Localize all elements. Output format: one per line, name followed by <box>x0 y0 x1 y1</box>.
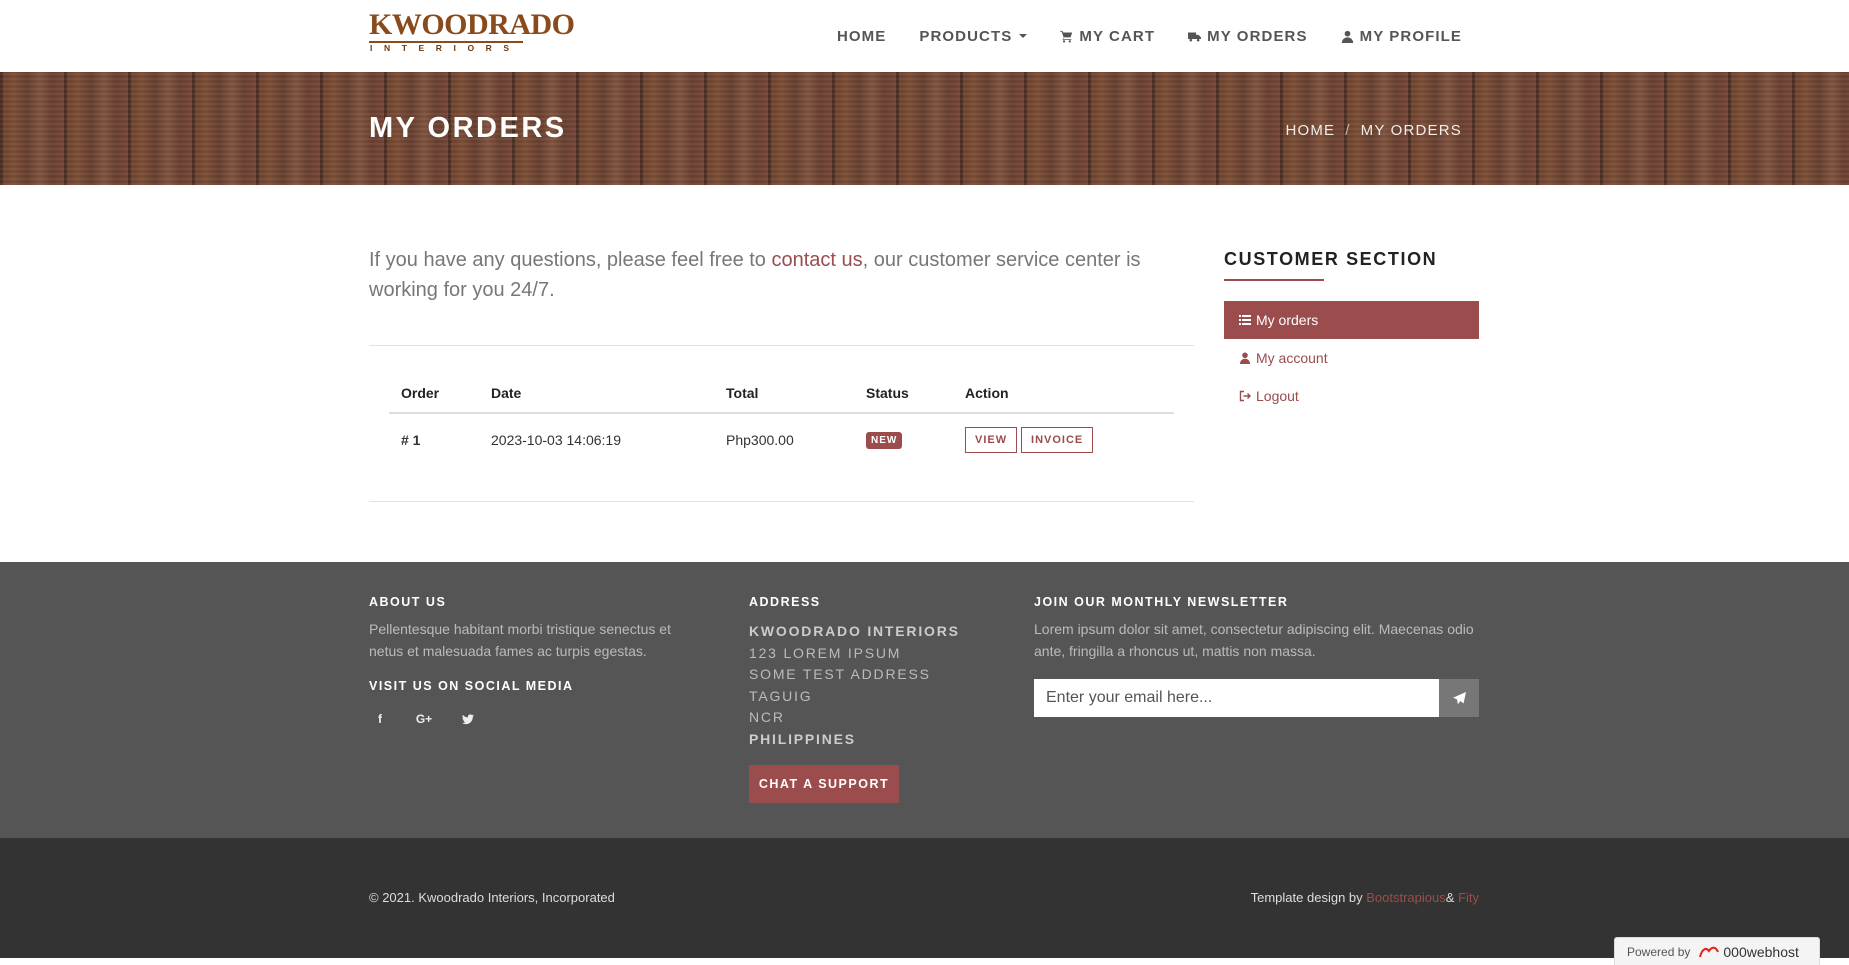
main-nav: HOME PRODUCTS MY CART MY ORDERS MY PROFI… <box>837 0 1462 72</box>
webhost-logo-icon <box>1699 946 1720 957</box>
order-actions: VIEW INVOICE <box>953 413 1174 465</box>
order-id: # 1 <box>401 431 421 448</box>
sidebar-item-label: My account <box>1256 350 1328 366</box>
sidebar-item-label: My orders <box>1256 312 1319 328</box>
address-block: KWOODRADO INTERIORS 123 LOREM IPSUM SOME… <box>749 621 960 750</box>
template-credit: Template design by Bootstrapious& Fity <box>1251 890 1479 905</box>
nav-products[interactable]: PRODUCTS <box>919 27 1028 45</box>
column-header-date: Date <box>479 374 714 414</box>
newsletter-text: Lorem ipsum dolor sit amet, consectetur … <box>1034 621 1474 659</box>
shopping-cart-icon <box>1060 30 1073 43</box>
order-date: 2023-10-03 14:06:19 <box>491 431 621 448</box>
nav-profile-label: MY PROFILE <box>1359 27 1462 45</box>
intro-before: If you have any questions, please feel f… <box>369 249 772 271</box>
truck-icon <box>1188 31 1202 41</box>
list-icon <box>1239 315 1251 325</box>
contact-us-link[interactable]: contact us <box>771 249 862 271</box>
address-country: PHILIPPINES <box>749 730 856 747</box>
nav-home-label: HOME <box>836 27 887 45</box>
sidebar-title: CUSTOMER SECTION <box>1224 249 1438 269</box>
nav-home[interactable]: HOME <box>837 28 886 45</box>
divider <box>369 345 1194 346</box>
status-badge: NEW <box>866 432 903 449</box>
credit-amp: & <box>1445 890 1459 905</box>
column-header-total: Total <box>714 374 854 414</box>
twitter-icon[interactable] <box>457 708 479 730</box>
address-line: NCR <box>749 709 785 725</box>
breadcrumb-separator: / <box>1345 122 1351 139</box>
sign-out-icon <box>1239 390 1251 402</box>
navbar: KWOODRADO INTERIORS HOME PRODUCTS MY CAR… <box>0 0 1849 72</box>
column-header-order: Order <box>389 374 479 414</box>
sidebar-item-my-orders[interactable]: My orders <box>1224 301 1479 339</box>
copyright-text: © 2021. Kwoodrado Interiors, Incorporate… <box>369 890 615 905</box>
newsletter-submit-button[interactable] <box>1439 679 1479 717</box>
facebook-icon[interactable]: f <box>369 708 391 730</box>
divider <box>369 501 1194 502</box>
webhost-brand: 000webhost <box>1698 944 1799 960</box>
powered-by-badge[interactable]: Powered by 000webhost <box>1614 937 1820 965</box>
order-status-cell: NEW <box>854 413 953 465</box>
newsletter-title: JOIN OUR MONTHLY NEWSLETTER <box>1034 595 1289 609</box>
nav-profile[interactable]: MY PROFILE <box>1341 28 1462 45</box>
breadcrumb: HOME / MY ORDERS <box>1285 122 1462 139</box>
table-header-row: Order Date Total Status Action <box>389 374 1174 414</box>
footer: ABOUT US Pellentesque habitant morbi tri… <box>0 562 1849 838</box>
nav-orders-label: MY ORDERS <box>1207 27 1308 45</box>
nav-orders[interactable]: MY ORDERS <box>1188 28 1307 45</box>
credit-prefix: Template design by <box>1250 890 1367 905</box>
customer-menu: My orders My account Logout <box>1224 301 1479 415</box>
fity-link[interactable]: Fity <box>1458 890 1479 905</box>
sidebar-item-label: Logout <box>1256 388 1299 404</box>
logo-sub-text: INTERIORS <box>369 41 523 54</box>
copyright-bar: © 2021. Kwoodrado Interiors, Incorporate… <box>0 838 1849 958</box>
address-company: KWOODRADO INTERIORS <box>749 623 960 639</box>
about-title: ABOUT US <box>369 595 447 609</box>
nav-cart[interactable]: MY CART <box>1060 28 1155 45</box>
order-total: Php300.00 <box>726 431 794 448</box>
address-line: TAGUIG <box>749 687 813 704</box>
paper-plane-icon <box>1452 691 1466 704</box>
page-title: MY ORDERS <box>369 112 567 144</box>
address-line: SOME TEST ADDRESS <box>749 666 931 682</box>
invoice-button[interactable]: INVOICE <box>1021 426 1094 453</box>
breadcrumb-current: MY ORDERS <box>1360 122 1462 139</box>
orders-table: Order Date Total Status Action # 1 2023-… <box>389 374 1174 465</box>
brand-logo[interactable]: KWOODRADO INTERIORS <box>369 8 575 61</box>
address-line: 123 LOREM IPSUM <box>749 644 902 661</box>
column-header-status: Status <box>854 374 953 414</box>
newsletter-email-input[interactable] <box>1034 679 1440 717</box>
sidebar-title-underline <box>1224 279 1324 281</box>
sidebar-item-logout[interactable]: Logout <box>1224 377 1479 415</box>
logo-main-text: KWOODRADO <box>369 8 575 41</box>
powered-label: Powered by <box>1627 944 1691 959</box>
about-text: Pellentesque habitant morbi tristique se… <box>369 621 671 659</box>
view-order-button[interactable]: VIEW <box>965 426 1018 453</box>
webhost-brand-label: 000webhost <box>1723 943 1799 960</box>
table-row: # 1 2023-10-03 14:06:19 Php300.00 NEW VI… <box>389 413 1174 465</box>
nav-products-label: PRODUCTS <box>919 27 1013 45</box>
intro-text: If you have any questions, please feel f… <box>369 245 1149 305</box>
nav-cart-label: MY CART <box>1079 27 1156 45</box>
address-title: ADDRESS <box>749 595 821 609</box>
user-icon <box>1240 352 1250 364</box>
user-icon <box>1341 30 1353 43</box>
breadcrumb-home[interactable]: HOME <box>1285 122 1335 139</box>
column-header-action: Action <box>953 374 1174 414</box>
sidebar-item-my-account[interactable]: My account <box>1224 339 1479 377</box>
social-title: VISIT US ON SOCIAL MEDIA <box>369 679 574 693</box>
page-header-banner: MY ORDERS HOME / MY ORDERS <box>0 72 1849 185</box>
social-links: f G+ <box>369 708 479 730</box>
google-plus-icon[interactable]: G+ <box>413 708 435 730</box>
chat-support-button[interactable]: CHAT A SUPPORT <box>749 765 899 803</box>
bootstrapious-link[interactable]: Bootstrapious <box>1366 890 1446 905</box>
caret-down-icon <box>1019 34 1028 38</box>
